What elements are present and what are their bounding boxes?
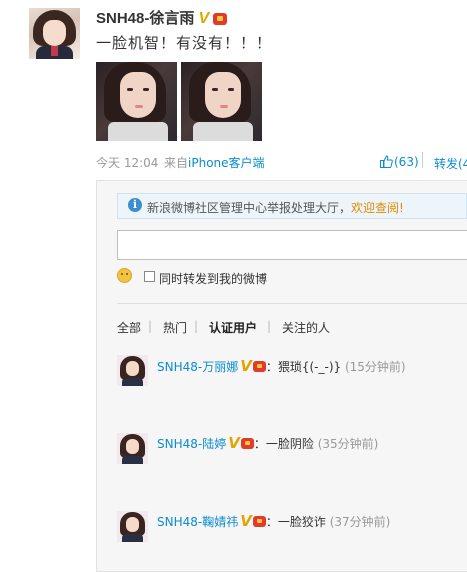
comment-item: SNH48-万丽娜 V ：猥琐{(-_-)} (15分钟前) <box>157 357 406 375</box>
comment-avatar[interactable] <box>117 511 148 542</box>
comment-avatar[interactable] <box>117 355 148 386</box>
post-author-name[interactable]: SNH48-徐言雨 <box>96 10 194 27</box>
v-verified-icon[interactable]: V <box>199 10 210 28</box>
filter-separator: | <box>148 319 153 333</box>
panel-divider <box>117 303 467 304</box>
filter-following[interactable]: 关注的人 <box>282 319 330 336</box>
comment-text: 一脸狡诈 <box>277 515 326 529</box>
comment-colon: ： <box>253 437 266 451</box>
comment-time: (37分钟前) <box>329 515 391 529</box>
filter-hot[interactable]: 热门 <box>163 319 187 336</box>
post-photo-1[interactable] <box>96 62 177 141</box>
author-avatar[interactable] <box>29 8 80 59</box>
comment-item: SNH48-陆婷 V ：一脸阴险 (35分钟前) <box>157 434 378 452</box>
comment-text: 一脸阴险 <box>265 437 314 451</box>
forward-checkbox-label[interactable]: 同时转发到我的微博 <box>159 270 267 287</box>
post-source-link[interactable]: iPhone客户端 <box>188 156 265 170</box>
filter-all[interactable]: 全部 <box>117 319 141 336</box>
comment-author[interactable]: SNH48-陆婷 <box>157 437 226 451</box>
v-verified-icon[interactable]: V <box>240 357 252 375</box>
comment-time: (35分钟前) <box>317 437 379 451</box>
emoji-icon[interactable] <box>117 268 132 283</box>
report-notice-link[interactable]: 欢迎查阅! <box>351 201 404 215</box>
filter-separator: | <box>267 319 272 333</box>
info-icon: i <box>128 198 142 212</box>
forward-checkbox[interactable] <box>144 271 155 282</box>
report-notice-text: 新浪微博社区管理中心举报处理大厅， <box>147 201 352 215</box>
filter-verified[interactable]: 认证用户 <box>209 319 257 336</box>
comment-author[interactable]: SNH48-鞠婧祎 <box>157 515 238 529</box>
comment-time: (15分钟前) <box>344 360 406 374</box>
comment-item: SNH48-鞠婧祎 V ：一脸狡诈 (37分钟前) <box>157 512 390 530</box>
comment-avatar[interactable] <box>117 433 148 464</box>
post-text: 一脸机智！有没有！！！ <box>96 34 273 52</box>
post-source-prefix: 来自 <box>164 156 189 170</box>
comment-author[interactable]: SNH48-万丽娜 <box>157 360 238 374</box>
post-author-line: SNH48-徐言雨 V <box>96 7 228 28</box>
crown-icon[interactable] <box>240 438 254 449</box>
post-time[interactable]: 今天 12:04 <box>96 154 158 171</box>
thumbs-up-icon[interactable] <box>380 155 393 168</box>
crown-icon[interactable] <box>252 516 266 527</box>
comment-colon: ： <box>265 515 278 529</box>
comment-text: 猥琐{(-_-)} <box>277 360 342 374</box>
v-verified-icon[interactable]: V <box>240 512 252 530</box>
meta-divider <box>422 152 423 168</box>
like-count[interactable]: (63) <box>394 155 419 169</box>
post-photo-2[interactable] <box>181 62 262 141</box>
report-notice: 新浪微博社区管理中心举报处理大厅，欢迎查阅! <box>147 199 404 216</box>
v-verified-icon[interactable]: V <box>228 434 240 452</box>
forward-link[interactable]: 转发(4 <box>434 155 467 172</box>
crown-icon[interactable] <box>213 13 228 26</box>
comment-input[interactable] <box>117 230 467 260</box>
filter-separator: | <box>194 319 199 333</box>
post-source: 来自iPhone客户端 <box>164 154 265 171</box>
comment-colon: ： <box>265 360 278 374</box>
crown-icon[interactable] <box>252 361 266 372</box>
